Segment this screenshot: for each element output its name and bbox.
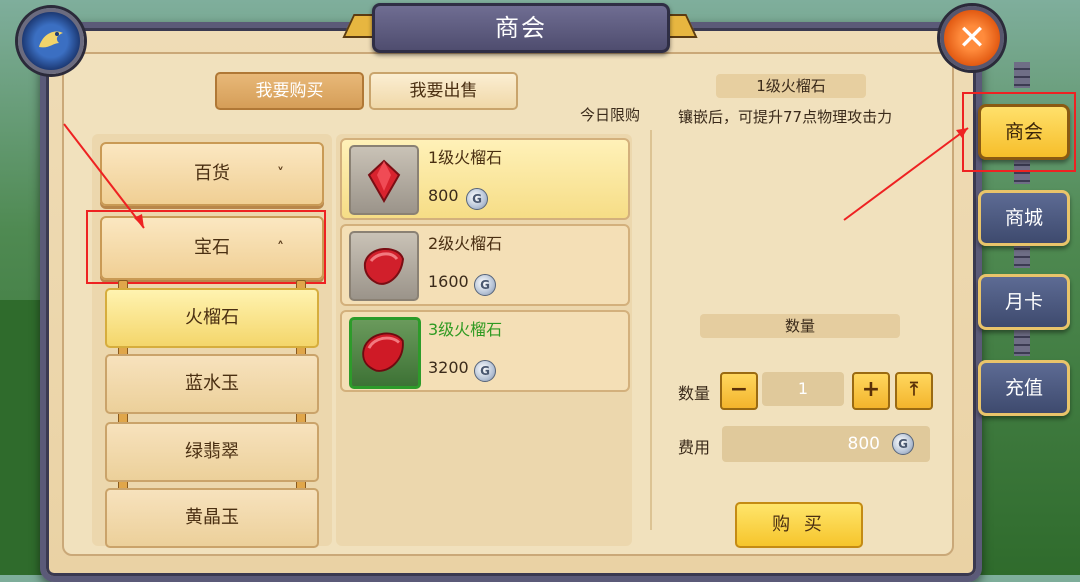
page-title: 商会	[372, 3, 670, 53]
side-tab-mall[interactable]: 商城	[978, 190, 1070, 246]
item-name: 1级火榴石	[428, 148, 503, 167]
side-tab-recharge[interactable]: 充值	[978, 360, 1070, 416]
dragon-icon	[39, 31, 63, 48]
fee-value: 800	[847, 434, 880, 454]
list-item-garnet-lv2[interactable]: 2级火榴石 1600 G	[340, 224, 630, 306]
subcategory-yellow-crystal[interactable]: 黄晶玉	[105, 488, 319, 548]
list-item-garnet-lv3[interactable]: 3级火榴石 3200 G	[340, 310, 630, 392]
coin-icon: G	[466, 188, 488, 210]
subcategory-green-emerald[interactable]: 绿翡翠	[105, 422, 319, 482]
item-name: 2级火榴石	[428, 234, 503, 253]
category-label: 百货	[194, 163, 230, 184]
pointer-arrow-left	[63, 123, 145, 229]
item-price: 1600	[428, 272, 469, 291]
close-button[interactable]: ✕	[940, 6, 1004, 70]
tab-sell[interactable]: 我要出售	[369, 72, 518, 110]
subcategory-blue-jade[interactable]: 蓝水玉	[105, 354, 319, 414]
detail-title: 1级火榴石	[716, 74, 866, 98]
quantity-field[interactable]: 1	[762, 372, 844, 406]
subcategory-fire-garnet[interactable]: 火榴石	[105, 288, 319, 348]
divider	[650, 130, 652, 530]
fee-label: 费用	[678, 438, 711, 457]
quantity-label: 数量	[678, 384, 711, 403]
item-price: 3200	[428, 358, 469, 377]
fee-field: 800 G	[722, 426, 930, 462]
chevron-down-icon: ˅	[277, 166, 284, 182]
chain-decoration	[1014, 330, 1030, 356]
list-item-garnet-lv1[interactable]: 1级火榴石 800 G	[340, 138, 630, 220]
buy-button[interactable]: 购 买	[735, 502, 863, 548]
chain-decoration	[1014, 62, 1030, 88]
pointer-arrow-right	[843, 127, 969, 221]
quantity-max-button[interactable]: ⤒	[895, 372, 933, 410]
quantity-minus-button[interactable]: −	[720, 372, 758, 410]
garnet-icon	[349, 231, 419, 301]
daily-limit-label: 今日限购	[579, 106, 640, 124]
quantity-section-header: 数量	[700, 314, 900, 338]
garnet-icon	[349, 145, 419, 215]
coin-icon: G	[474, 274, 496, 296]
coin-icon: G	[892, 433, 914, 455]
coin-icon: G	[474, 360, 496, 382]
tab-buy[interactable]: 我要购买	[215, 72, 364, 110]
item-name: 3级火榴石	[428, 320, 503, 339]
dragon-avatar-icon[interactable]	[18, 8, 84, 74]
quantity-plus-button[interactable]: +	[852, 372, 890, 410]
side-tab-monthly-card[interactable]: 月卡	[978, 274, 1070, 330]
garnet-icon	[349, 317, 421, 389]
item-price: 800	[428, 186, 459, 205]
